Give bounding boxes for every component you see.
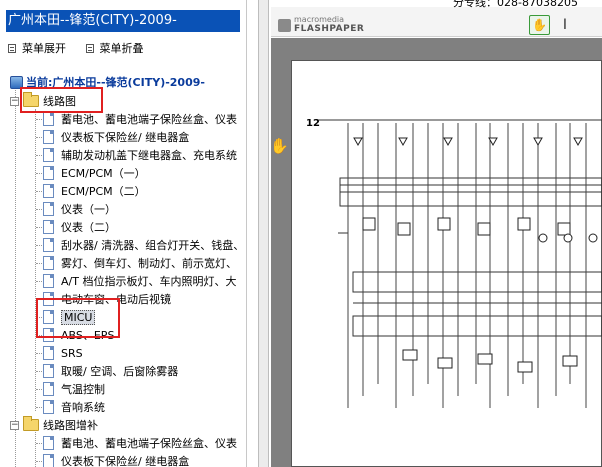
text-select-button[interactable]: I bbox=[557, 16, 573, 34]
tree-item[interactable]: 气温控制 bbox=[43, 380, 105, 398]
highlight-box bbox=[20, 87, 103, 113]
collapse-toggle-icon[interactable]: − bbox=[10, 96, 19, 106]
menu-operations: 菜单展开 菜单折叠 bbox=[8, 40, 160, 56]
flashpaper-logo: macromedia FLASHPAPER bbox=[278, 16, 364, 34]
collapse-toggle-icon[interactable]: − bbox=[10, 420, 19, 430]
tree-item-label: 辅助发动机盖下继电器盒、充电系统 bbox=[61, 149, 237, 162]
document-icon bbox=[43, 220, 54, 234]
tree-item[interactable]: 取暖/ 空调、后窗除雾器 bbox=[43, 362, 178, 380]
tree-item[interactable]: 仪表板下保险丝/ 继电器盒 bbox=[43, 128, 189, 146]
document-icon bbox=[43, 454, 54, 467]
tree-item-label: 仪表板下保险丝/ 继电器盒 bbox=[61, 455, 190, 467]
tree-line bbox=[15, 90, 16, 467]
document-icon bbox=[43, 346, 54, 360]
tree-group-wiring-supplement-label: 线路图增补 bbox=[43, 419, 98, 432]
relay-symbol bbox=[517, 217, 531, 231]
relay-symbol bbox=[477, 222, 491, 236]
hand-tool-button[interactable]: ✋ bbox=[529, 15, 550, 35]
ibeam-icon: I bbox=[562, 17, 568, 33]
tree-item-label: 雾灯、倒车灯、制动灯、前示宽灯、 bbox=[61, 257, 237, 270]
tree-item[interactable]: 仪表（二） bbox=[43, 218, 116, 236]
tree-item-label: ECM/PCM（二） bbox=[61, 185, 146, 198]
document-icon bbox=[43, 382, 54, 396]
diode-symbol bbox=[533, 137, 543, 147]
tree-item[interactable]: 仪表板下保险丝/ 继电器盒 bbox=[43, 452, 189, 467]
expand-menu-label: 菜单展开 bbox=[22, 42, 66, 55]
diode-symbol bbox=[573, 137, 583, 147]
relay-symbol bbox=[437, 217, 451, 231]
flashpaper-logo-icon bbox=[278, 18, 291, 32]
tree-item-label: 取暖/ 空调、后窗除雾器 bbox=[61, 365, 179, 378]
document-icon bbox=[43, 436, 54, 450]
document-icon bbox=[43, 148, 54, 162]
tree-item[interactable]: 仪表（一） bbox=[43, 200, 116, 218]
navigation-panel: 广州本田--锋范(CITY)-2009- 菜单展开 菜单折叠 当前:广州本田--… bbox=[0, 0, 247, 467]
tree-item[interactable]: A/T 档位指示板灯、车内照明灯、大 bbox=[43, 272, 236, 290]
collapse-menu-label: 菜单折叠 bbox=[99, 42, 144, 55]
bulb-symbol bbox=[538, 233, 548, 243]
list-icon bbox=[8, 43, 16, 53]
document-icon bbox=[43, 130, 54, 144]
tree-item-label: 仪表（二） bbox=[61, 221, 116, 234]
tree-item-label: SRS bbox=[61, 346, 83, 360]
highlight-box bbox=[36, 298, 120, 338]
tree-item-label: 蓄电池、蓄电池端子保险丝盒、仪表 bbox=[61, 113, 237, 126]
expand-menu-button[interactable]: 菜单展开 bbox=[8, 40, 66, 56]
document-icon bbox=[43, 400, 54, 414]
wiring-diagram bbox=[318, 119, 602, 408]
phone-banner: 分专线：028-87038205 bbox=[453, 0, 578, 8]
connector-symbol bbox=[562, 355, 578, 367]
tree-item[interactable]: ECM/PCM（二） bbox=[43, 182, 146, 200]
document-icon bbox=[43, 202, 54, 216]
bulb-symbol bbox=[563, 233, 573, 243]
tree-item-label: A/T 档位指示板灯、车内照明灯、大 bbox=[61, 275, 237, 288]
relay-symbol bbox=[397, 222, 411, 236]
connector-symbol bbox=[477, 353, 493, 365]
document-icon bbox=[43, 112, 54, 126]
panel-title: 广州本田--锋范(CITY)-2009- bbox=[6, 10, 240, 32]
tree-item-label: 音响系统 bbox=[61, 401, 105, 414]
hand-icon: ✋ bbox=[532, 18, 547, 32]
tree-item-label: 气温控制 bbox=[61, 383, 105, 396]
diode-symbol bbox=[443, 137, 453, 147]
tree-item[interactable]: 音响系统 bbox=[43, 398, 105, 416]
connector-symbol bbox=[437, 357, 453, 369]
document-icon bbox=[43, 184, 54, 198]
tree-item[interactable]: SRS bbox=[43, 344, 83, 362]
folder-icon bbox=[23, 416, 39, 431]
tree-item-label: 仪表板下保险丝/ 继电器盒 bbox=[61, 131, 190, 144]
panel-splitter[interactable] bbox=[258, 0, 269, 467]
tree-item[interactable]: 刮水器/ 清洗器、组合灯开关、钱盘、 bbox=[43, 236, 244, 254]
diode-symbol bbox=[353, 137, 363, 147]
tree-item[interactable]: 蓄电池、蓄电池端子保险丝盒、仪表 bbox=[43, 434, 237, 452]
document-icon bbox=[43, 364, 54, 378]
document-icon bbox=[43, 256, 54, 270]
list-icon bbox=[85, 43, 94, 53]
tree-item-label: 蓄电池、蓄电池端子保险丝盒、仪表 bbox=[61, 437, 237, 450]
brand-top: macromedia bbox=[294, 15, 345, 24]
tree-item[interactable]: 辅助发动机盖下继电器盒、充电系统 bbox=[43, 146, 237, 164]
document-icon bbox=[43, 166, 54, 180]
tree-item-label: ECM/PCM（一） bbox=[61, 167, 146, 180]
diode-symbol bbox=[398, 137, 408, 147]
connector-symbol bbox=[402, 349, 418, 361]
tree-item[interactable]: ECM/PCM（一） bbox=[43, 164, 146, 182]
bulb-symbol bbox=[588, 233, 598, 243]
document-icon bbox=[43, 274, 54, 288]
relay-symbol bbox=[362, 217, 376, 231]
brand-bottom: FLASHPAPER bbox=[294, 24, 365, 34]
tree-item-label: 刮水器/ 清洗器、组合灯开关、钱盘、 bbox=[61, 239, 245, 252]
connector-symbol bbox=[517, 361, 533, 373]
tree-group-wiring-supplement[interactable]: − 线路图增补 bbox=[10, 416, 98, 434]
tree-item[interactable]: 雾灯、倒车灯、制动灯、前示宽灯、 bbox=[43, 254, 237, 272]
document-icon bbox=[43, 238, 54, 252]
collapse-menu-button[interactable]: 菜单折叠 bbox=[85, 40, 144, 56]
hand-cursor-icon: ✋ bbox=[270, 137, 289, 155]
relay-symbol bbox=[557, 222, 571, 236]
tree-item-label: 仪表（一） bbox=[61, 203, 116, 216]
